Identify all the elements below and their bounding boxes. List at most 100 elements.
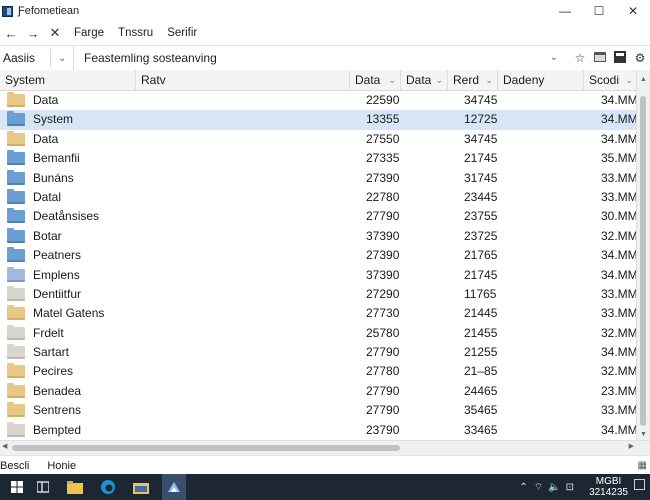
file-list: Data 22590 34745 34.MM System 13355 12725 34.MM… bbox=[0, 91, 638, 440]
row-name: Benadea bbox=[33, 383, 82, 398]
menu-item-tnssru[interactable]: Tnssru bbox=[118, 27, 153, 39]
row-value-2: 21745 bbox=[464, 267, 498, 282]
folder-icon bbox=[7, 150, 25, 166]
table-row[interactable]: Data 27550 34745 34.MM bbox=[0, 130, 638, 149]
address-icons: ☆ ⚙ bbox=[570, 50, 650, 66]
row-name: Emplens bbox=[33, 267, 80, 282]
table-row[interactable]: Datal 22780 23445 33.MM bbox=[0, 188, 638, 207]
row-value-2: 23755 bbox=[464, 209, 498, 224]
row-size: 33.MM bbox=[601, 403, 638, 418]
stop-icon[interactable]: ✕ bbox=[44, 22, 66, 44]
table-row[interactable]: Botar 37390 23725 32.MM bbox=[0, 227, 638, 246]
row-name: Bunáns bbox=[33, 170, 74, 185]
horizontal-scrollbar[interactable]: ◀ ▶ bbox=[0, 440, 650, 455]
column-label: Scodi bbox=[589, 73, 620, 87]
row-size: 33.MM bbox=[601, 170, 638, 185]
table-row[interactable]: Bunáns 27390 31745 33.MM bbox=[0, 169, 638, 188]
address-bar: Aasiis ⌄ Feastemling sosteanving ⌄ ☆ ⚙ bbox=[0, 45, 650, 71]
scroll-up-icon[interactable]: ▲ bbox=[637, 76, 650, 83]
row-value-1: 13355 bbox=[366, 112, 400, 127]
row-size: 34.MM bbox=[601, 248, 638, 263]
grid-icon[interactable]: ▦ bbox=[638, 460, 647, 471]
row-value-2: 35465 bbox=[464, 403, 498, 418]
table-row[interactable]: Bemanfii 27335 21745 35.MM bbox=[0, 149, 638, 168]
maximize-button[interactable]: ☐ bbox=[582, 0, 616, 22]
row-name: Bemanfii bbox=[33, 151, 80, 166]
gear-icon[interactable]: ⚙ bbox=[630, 51, 650, 65]
column-scodi[interactable]: Scodi ⌄ bbox=[584, 70, 637, 90]
column-dadeny[interactable]: Dadeny bbox=[498, 70, 584, 90]
column-label: System bbox=[5, 73, 46, 87]
task-view-icon[interactable] bbox=[34, 478, 52, 496]
menu-item-serifir[interactable]: Serifir bbox=[167, 27, 197, 39]
chevron-down-icon[interactable]: ⌄ bbox=[51, 53, 73, 64]
clock[interactable]: MGBI 3214235 bbox=[589, 476, 628, 498]
table-row[interactable]: Deatånsises 27790 23755 30.MM bbox=[0, 207, 638, 226]
row-value-2: 21455 bbox=[464, 325, 498, 340]
close-button[interactable]: ✕ bbox=[616, 0, 650, 22]
row-name: Matel Gatens bbox=[33, 306, 105, 321]
table-row[interactable]: Sartart 27790 21255 34.MM bbox=[0, 343, 638, 362]
column-ratv[interactable]: Ratv bbox=[136, 70, 350, 90]
forward-arrow-icon[interactable]: → bbox=[22, 22, 44, 44]
file-explorer-icon[interactable] bbox=[66, 478, 84, 496]
table-row[interactable]: Dentiitfur 27290 11765 33.MM bbox=[0, 285, 638, 304]
star-icon[interactable]: ☆ bbox=[570, 51, 590, 65]
folder-icon bbox=[7, 208, 25, 224]
panel-icon[interactable] bbox=[610, 50, 630, 66]
minimize-button[interactable]: — bbox=[548, 0, 582, 22]
row-name: Data bbox=[33, 93, 59, 107]
row-value-1: 27335 bbox=[366, 151, 400, 166]
address-input[interactable]: Feastemling sosteanving ⌄ bbox=[73, 46, 564, 70]
scroll-right-icon[interactable]: ▶ bbox=[629, 442, 634, 450]
language-icon[interactable]: ⊡ bbox=[566, 482, 574, 493]
chevron-up-icon[interactable]: ⌃ bbox=[519, 482, 527, 493]
table-row[interactable]: Peatners 27390 21765 34.MM bbox=[0, 246, 638, 265]
row-value-2: 12725 bbox=[464, 112, 498, 127]
vertical-scrollbar[interactable]: ▲ ▼ bbox=[636, 70, 650, 440]
row-name: Deatånsises bbox=[33, 209, 100, 224]
scroll-left-icon[interactable]: ◀ bbox=[2, 442, 7, 450]
column-data-1[interactable]: Data ⌄ bbox=[350, 70, 401, 90]
table-row[interactable]: Benadea 27790 24465 23.MM bbox=[0, 382, 638, 401]
table-row[interactable]: Data 22590 34745 34.MM bbox=[0, 91, 638, 110]
column-data-2[interactable]: Data ⌄ bbox=[401, 70, 448, 90]
column-system[interactable]: System bbox=[0, 70, 136, 90]
row-value-1: 27730 bbox=[366, 306, 400, 321]
row-size: 33.MM bbox=[601, 286, 638, 301]
table-row[interactable]: System 13355 12725 34.MM bbox=[0, 110, 638, 130]
row-size: 33.MM bbox=[601, 306, 638, 321]
clock-line-1: MGBI bbox=[595, 476, 622, 487]
horizontal-scroll-thumb[interactable] bbox=[12, 445, 400, 451]
vertical-scroll-thumb[interactable] bbox=[640, 96, 646, 426]
scroll-down-icon[interactable]: ▼ bbox=[637, 431, 650, 438]
table-row[interactable]: Emplens 37390 21745 34.MM bbox=[0, 266, 638, 285]
network-icon[interactable]: ⌔ bbox=[534, 481, 543, 494]
row-value-1: 22590 bbox=[366, 93, 400, 107]
view-icon[interactable] bbox=[590, 51, 610, 65]
table-row[interactable]: Matel Gatens 27730 21445 33.MM bbox=[0, 304, 638, 323]
row-value-1: 27790 bbox=[366, 383, 400, 398]
back-arrow-icon[interactable]: ← bbox=[0, 22, 22, 44]
table-row[interactable]: Sentrens 27790 35465 33.MM bbox=[0, 401, 638, 420]
column-label: Rerd bbox=[453, 73, 480, 87]
table-row[interactable]: Frdelt 25780 21455 32.MM bbox=[0, 324, 638, 343]
windows-start-icon[interactable] bbox=[8, 478, 26, 496]
row-size: 35.MM bbox=[601, 151, 638, 166]
folder-icon bbox=[7, 227, 25, 243]
row-value-1: 27390 bbox=[366, 248, 400, 263]
address-dropdown-icon[interactable]: ⌄ bbox=[550, 46, 564, 70]
row-name: Sentrens bbox=[33, 403, 82, 418]
row-value-2: 34745 bbox=[464, 131, 498, 146]
volume-icon[interactable]: 🔈 bbox=[548, 482, 560, 493]
active-app-icon[interactable] bbox=[162, 474, 186, 500]
notification-icon[interactable] bbox=[634, 479, 645, 490]
edge-browser-icon[interactable] bbox=[99, 478, 117, 496]
row-size: 34.MM bbox=[601, 345, 638, 360]
chevron-down-icon: ⌄ bbox=[625, 75, 633, 85]
folder-icon[interactable] bbox=[132, 478, 150, 496]
column-rerd[interactable]: Rerd ⌄ bbox=[448, 70, 498, 90]
menu-item-farge[interactable]: Farge bbox=[74, 27, 104, 39]
table-row[interactable]: Pecires 27780 21–85 32.MM bbox=[0, 362, 638, 381]
table-row[interactable]: Bempted 23790 33465 34.MM bbox=[0, 421, 638, 440]
